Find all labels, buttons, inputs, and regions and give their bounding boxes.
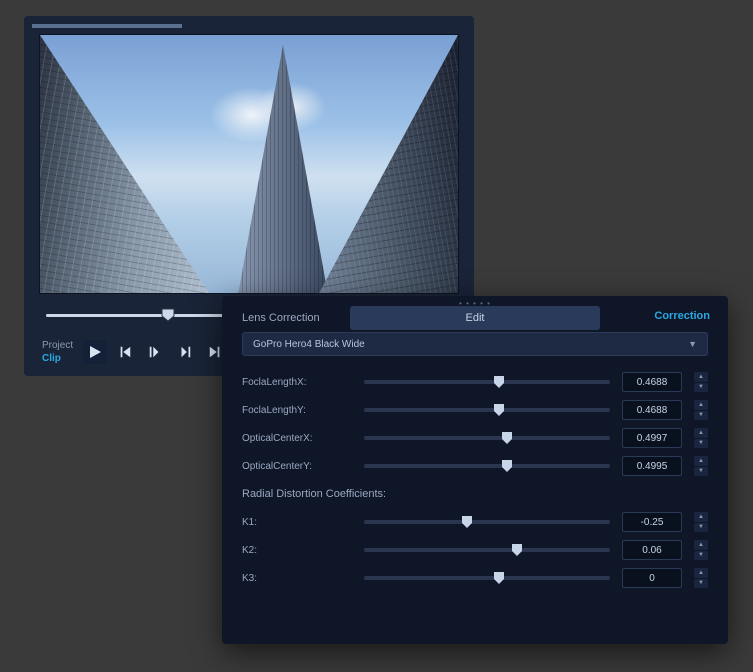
- optical-center-y-step-down[interactable]: ▼: [694, 467, 708, 477]
- focal-length-x-row: FoclaLengthX: 0.4688 ▲▼: [242, 368, 708, 396]
- project-label[interactable]: Project: [42, 340, 73, 351]
- lens-preset-value: GoPro Hero4 Black Wide: [253, 339, 365, 350]
- k2-slider[interactable]: [364, 548, 610, 552]
- k1-value[interactable]: -0.25: [622, 512, 682, 532]
- focal-length-x-spinner: ▲▼: [694, 372, 708, 392]
- distortion-title: Radial Distortion Coefficients:: [242, 488, 708, 500]
- k2-spinner: ▲▼: [694, 540, 708, 560]
- optical-center-x-value[interactable]: 0.4997: [622, 428, 682, 448]
- focal-length-y-spinner: ▲▼: [694, 400, 708, 420]
- step-forward-button[interactable]: [173, 340, 197, 364]
- optical-center-x-label: OpticalCenterX:: [242, 433, 352, 444]
- viewport-image: [200, 75, 330, 155]
- lens-preset-dropdown[interactable]: GoPro Hero4 Black Wide ▼: [242, 332, 708, 356]
- k1-spinner: ▲▼: [694, 512, 708, 532]
- k3-step-up[interactable]: ▲: [694, 568, 708, 578]
- play-button[interactable]: [83, 340, 107, 364]
- optical-center-x-thumb[interactable]: [501, 431, 513, 445]
- focal-length-y-row: FoclaLengthY: 0.4688 ▲▼: [242, 396, 708, 424]
- go-start-button[interactable]: [113, 340, 137, 364]
- k2-value[interactable]: 0.06: [622, 540, 682, 560]
- k3-thumb[interactable]: [493, 571, 505, 585]
- k3-spinner: ▲▼: [694, 568, 708, 588]
- timeline-playhead[interactable]: [160, 307, 176, 323]
- k1-row: K1: -0.25 ▲▼: [242, 508, 708, 536]
- optical-center-x-step-up[interactable]: ▲: [694, 428, 708, 438]
- panel-tab-indicator: [32, 24, 182, 28]
- k1-thumb[interactable]: [461, 515, 473, 529]
- k2-label: K2:: [242, 545, 352, 556]
- clip-label[interactable]: Clip: [42, 353, 73, 364]
- optical-center-x-spinner: ▲▼: [694, 428, 708, 448]
- tab-edit[interactable]: Edit: [350, 306, 600, 330]
- focal-length-x-slider[interactable]: [364, 380, 610, 384]
- tab-correction[interactable]: Correction: [654, 310, 710, 322]
- k2-step-up[interactable]: ▲: [694, 540, 708, 550]
- k2-thumb[interactable]: [511, 543, 523, 557]
- focal-length-y-slider[interactable]: [364, 408, 610, 412]
- optical-center-x-slider[interactable]: [364, 436, 610, 440]
- optical-center-x-step-down[interactable]: ▼: [694, 439, 708, 449]
- k3-step-down[interactable]: ▼: [694, 579, 708, 589]
- tab-correction-label: Correction: [654, 310, 710, 322]
- k3-slider[interactable]: [364, 576, 610, 580]
- optical-center-y-label: OpticalCenterY:: [242, 461, 352, 472]
- optical-center-y-slider[interactable]: [364, 464, 610, 468]
- video-viewport[interactable]: [39, 34, 459, 294]
- focal-length-y-value[interactable]: 0.4688: [622, 400, 682, 420]
- k1-step-down[interactable]: ▼: [694, 523, 708, 533]
- focal-length-y-step-up[interactable]: ▲: [694, 400, 708, 410]
- k2-step-down[interactable]: ▼: [694, 551, 708, 561]
- focal-length-x-label: FoclaLengthX:: [242, 377, 352, 388]
- k3-row: K3: 0 ▲▼: [242, 564, 708, 592]
- k3-value[interactable]: 0: [622, 568, 682, 588]
- k2-row: K2: 0.06 ▲▼: [242, 536, 708, 564]
- step-back-button[interactable]: [143, 340, 167, 364]
- optical-center-y-value[interactable]: 0.4995: [622, 456, 682, 476]
- focal-length-x-step-up[interactable]: ▲: [694, 372, 708, 382]
- k1-step-up[interactable]: ▲: [694, 512, 708, 522]
- correction-panel: • • • • • Edit Correction Lens Correctio…: [222, 296, 728, 644]
- optical-center-y-step-up[interactable]: ▲: [694, 456, 708, 466]
- optical-center-y-row: OpticalCenterY: 0.4995 ▲▼: [242, 452, 708, 480]
- k1-label: K1:: [242, 517, 352, 528]
- focal-length-y-step-down[interactable]: ▼: [694, 411, 708, 421]
- focal-length-y-thumb[interactable]: [493, 403, 505, 417]
- optical-center-y-spinner: ▲▼: [694, 456, 708, 476]
- focal-length-x-thumb[interactable]: [493, 375, 505, 389]
- optical-center-x-row: OpticalCenterX: 0.4997 ▲▼: [242, 424, 708, 452]
- focal-length-x-step-down[interactable]: ▼: [694, 383, 708, 393]
- focal-length-y-label: FoclaLengthY:: [242, 405, 352, 416]
- k3-label: K3:: [242, 573, 352, 584]
- k1-slider[interactable]: [364, 520, 610, 524]
- optical-center-y-thumb[interactable]: [501, 459, 513, 473]
- focal-length-x-value[interactable]: 0.4688: [622, 372, 682, 392]
- tab-edit-label: Edit: [466, 312, 485, 324]
- chevron-down-icon: ▼: [688, 339, 697, 349]
